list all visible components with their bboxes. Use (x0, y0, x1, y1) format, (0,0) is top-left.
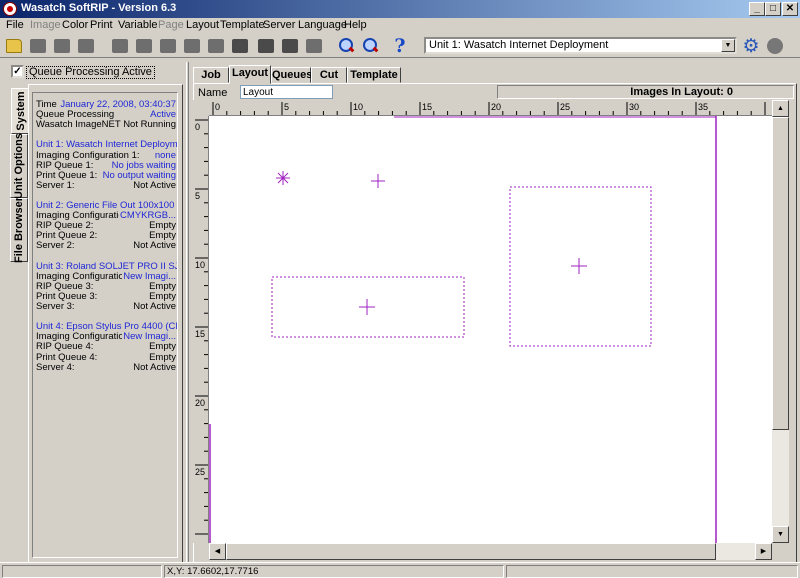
minimize-button[interactable]: _ (749, 2, 765, 16)
horizontal-ruler-scale: 0 5 10 15 20 25 30 35 (212, 102, 766, 115)
horizontal-ruler: 0 5 10 15 20 25 30 35 (209, 100, 772, 116)
gear-icon[interactable]: ⚙ (741, 36, 761, 57)
unit-select[interactable]: Unit 1: Wasatch Internet Deployment ▼ (424, 37, 737, 54)
road-forward-icon[interactable] (182, 36, 202, 56)
title-bar: Wasatch SoftRIP - Version 6.3 _ □ ✕ (0, 0, 800, 18)
ruler-label: 15 (195, 329, 205, 339)
box-icon[interactable] (256, 36, 276, 56)
ruler-label: 35 (698, 102, 708, 112)
horizontal-scrollbar[interactable]: ◀ ▶ (209, 543, 772, 560)
ruler-label: 20 (195, 398, 205, 408)
tab-layout[interactable]: Layout (229, 65, 271, 84)
menu-variable[interactable]: Variable (118, 19, 158, 31)
system-status-panel: Time January 22, 2008, 03:40:37 Queue Proc… (28, 84, 183, 563)
menu-server[interactable]: Server (263, 19, 295, 31)
status-bar: X,Y: 17.6602,17.7716 (0, 562, 800, 578)
status-row: Server 4: Not Active (36, 361, 176, 373)
ruler-label: 15 (422, 102, 432, 112)
panel-splitter[interactable] (186, 62, 189, 562)
ruler-corner (193, 100, 209, 116)
page-icon[interactable] (230, 36, 250, 56)
coordinates-readout: X,Y: 17.6602,17.7716 (164, 565, 504, 578)
vertical-scroll-thumb[interactable] (772, 117, 789, 430)
tab-unit-options-label: Unit Options (13, 133, 25, 199)
tab-system-label: System (14, 91, 27, 131)
ruler-label: 10 (353, 102, 363, 112)
window-title: Wasatch SoftRIP - Version 6.3 (21, 2, 177, 14)
rip-icon[interactable] (110, 36, 130, 56)
menu-page[interactable]: Page (158, 19, 184, 31)
delete-icon[interactable] (304, 36, 324, 56)
images-count: Images In Layout: 0 (497, 85, 794, 99)
menu-help[interactable]: Help (344, 19, 367, 31)
name-label: Name (198, 87, 228, 99)
horizontal-scroll-thumb[interactable] (226, 543, 716, 560)
ruler-label: 30 (629, 102, 639, 112)
menu-language[interactable]: Language (298, 19, 347, 31)
hand-icon[interactable] (52, 36, 72, 56)
tab-file-browser-label: File Browser (13, 196, 25, 264)
menu-file[interactable]: File (6, 19, 24, 31)
ruler-label: 25 (195, 467, 205, 477)
tab-queues[interactable]: Queues (271, 67, 312, 83)
road-back-icon[interactable] (206, 36, 226, 56)
menu-bar: File Image Color Print Variable Page Lay… (0, 18, 800, 34)
ruler-label: 20 (491, 102, 501, 112)
queue-processing-label[interactable]: Queue Processing Active (26, 66, 155, 79)
cursor-crosshair (371, 174, 385, 188)
copy-icon[interactable] (280, 36, 300, 56)
scroll-left-button[interactable]: ◀ (209, 543, 226, 560)
menu-print[interactable]: Print (90, 19, 113, 31)
menu-layout[interactable]: Layout (186, 19, 219, 31)
tab-job[interactable]: Job (193, 67, 229, 83)
scroll-right-button[interactable]: ▶ (755, 543, 772, 560)
help-icon[interactable]: ? (390, 35, 410, 57)
menu-template[interactable]: Template (220, 19, 265, 31)
close-button[interactable]: ✕ (782, 2, 798, 16)
ruler-label: 0 (195, 122, 200, 132)
tab-unit-options[interactable]: Unit Options (10, 133, 28, 199)
tab-cut[interactable]: Cut (311, 67, 347, 83)
ruler-label: 5 (284, 102, 289, 112)
maximize-button[interactable]: □ (765, 2, 781, 16)
layout-name-input[interactable] (240, 85, 333, 99)
ruler-label: 5 (195, 191, 200, 201)
app-icon[interactable] (3, 2, 17, 16)
open-folder-icon[interactable] (4, 36, 24, 56)
tab-template[interactable]: Template (347, 67, 401, 83)
layout-canvas[interactable] (209, 116, 772, 543)
vertical-ruler: 0 5 10 15 20 25 (193, 116, 209, 543)
scroll-up-button[interactable]: ▲ (772, 100, 789, 117)
tab-file-browser[interactable]: File Browser (10, 196, 28, 264)
queue-processing-checkbox[interactable]: ✓ (11, 65, 24, 78)
ruler-label: 10 (195, 260, 205, 270)
layout-drawing (209, 116, 717, 543)
print-icon[interactable] (76, 36, 96, 56)
status-row-value: Not Active (132, 361, 176, 373)
image-frame-wide-center (359, 299, 375, 315)
status-cell-right (506, 565, 798, 578)
menu-image[interactable]: Image (30, 19, 61, 31)
road-icon[interactable] (158, 36, 178, 56)
queue-icon[interactable] (134, 36, 154, 56)
origin-marker[interactable] (276, 171, 290, 185)
vertical-ruler-scale: 0 5 10 15 20 25 (195, 119, 208, 535)
scroll-down-button[interactable]: ▼ (772, 526, 789, 543)
status-list: Time January 22, 2008, 03:40:37 Queue Proc… (32, 92, 178, 558)
zoom-in-icon[interactable] (336, 36, 356, 56)
ruler-label: 25 (560, 102, 570, 112)
image-frame-tall-center (571, 258, 587, 274)
status-row-key: Server 4: (36, 361, 75, 373)
zoom-out-icon[interactable] (360, 36, 380, 56)
menu-color[interactable]: Color (62, 19, 88, 31)
stop-icon[interactable] (765, 36, 785, 56)
scroll-corner (772, 543, 789, 560)
unit-select-value: Unit 1: Wasatch Internet Deployment (429, 39, 609, 51)
job-icon[interactable] (28, 36, 48, 56)
chevron-down-icon[interactable]: ▼ (721, 39, 735, 52)
status-cell-left (2, 565, 162, 578)
ruler-label: 0 (215, 102, 220, 112)
vertical-scrollbar[interactable]: ▲ ▼ (772, 100, 789, 543)
